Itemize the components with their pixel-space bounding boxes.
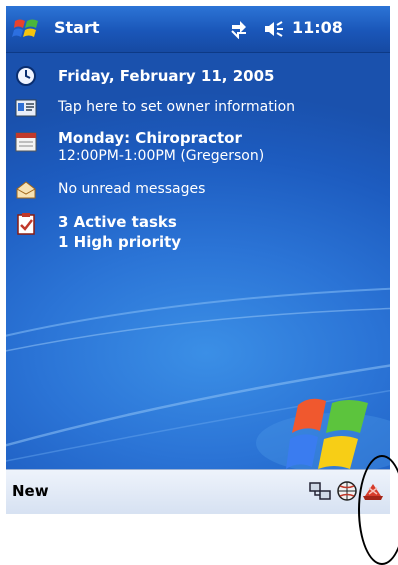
messages-item[interactable]: No unread messages xyxy=(6,175,390,205)
menu-bar: New xyxy=(6,469,390,514)
tasks-checklist-icon xyxy=(17,213,35,235)
globe-icon[interactable] xyxy=(336,480,358,502)
tasks-active-text: 3 Active tasks xyxy=(58,213,177,231)
appointment-item[interactable]: Monday: Chiropractor 12:00PM-1:00PM (Gre… xyxy=(6,125,390,171)
connectivity-icon[interactable] xyxy=(228,19,250,39)
sync-icon[interactable] xyxy=(308,480,332,502)
tasks-item[interactable]: 3 Active tasks 1 High priority xyxy=(6,209,390,255)
inbox-envelope-icon xyxy=(16,181,36,199)
appointment-title: Monday: Chiropractor xyxy=(58,129,242,147)
pocket-pc-screen: Start 11:08 Friday, February 11, 2005 Ta… xyxy=(6,6,390,514)
owner-info-text: Tap here to set owner information xyxy=(58,99,296,115)
new-menu-button[interactable]: New xyxy=(12,482,49,500)
windows-flag-icon[interactable] xyxy=(12,15,40,43)
owner-info-item[interactable]: Tap here to set owner information xyxy=(6,93,390,123)
annotation-circle xyxy=(358,455,398,565)
title-bar: Start 11:08 xyxy=(6,6,390,53)
today-date-item[interactable]: Friday, February 11, 2005 xyxy=(6,61,390,91)
messages-text: No unread messages xyxy=(58,181,206,197)
appointment-detail: 12:00PM-1:00PM (Gregerson) xyxy=(58,148,265,164)
tasks-priority-text: 1 High priority xyxy=(58,233,182,251)
calendar-icon xyxy=(15,132,37,152)
speaker-icon[interactable] xyxy=(263,19,287,39)
today-date-text: Friday, February 11, 2005 xyxy=(58,67,275,85)
clock-icon xyxy=(16,66,36,86)
today-screen: Friday, February 11, 2005 Tap here to se… xyxy=(6,53,390,469)
windows-logo xyxy=(286,398,368,469)
start-menu-label[interactable]: Start xyxy=(54,18,100,37)
clock-time[interactable]: 11:08 xyxy=(292,18,343,37)
owner-card-icon xyxy=(15,99,37,117)
